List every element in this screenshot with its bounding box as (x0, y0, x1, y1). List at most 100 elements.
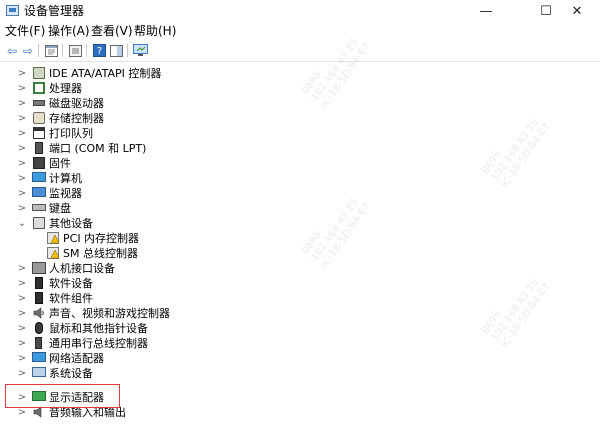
expand-chevron-icon[interactable]: > (17, 66, 27, 81)
tree-item-label: 鼠标和其他指针设备 (49, 322, 148, 335)
tree-item-mouse[interactable]: > 鼠标和其他指针设备 (0, 321, 360, 336)
menu-bar: 文件(F) 操作(A) 查看(V) 帮助(H) (0, 22, 600, 40)
tree-item-software-components[interactable]: > 软件组件 (0, 291, 360, 306)
help-icon[interactable]: ? (91, 43, 107, 58)
software-component-icon (35, 292, 43, 304)
tree-item-other-devices[interactable]: ⌄ 其他设备 (0, 216, 360, 231)
device-tree: > IDE ATA/ATAPI 控制器 > 处理器 > 磁盘驱动器 > 存储控制… (0, 62, 600, 437)
expand-chevron-icon[interactable]: > (17, 96, 27, 111)
tree-item-software-devices[interactable]: > 软件设备 (0, 276, 360, 291)
other-devices-icon (33, 217, 45, 229)
toolbar-separator (38, 44, 39, 57)
warning-device-icon (47, 232, 60, 244)
expand-chevron-icon[interactable]: > (17, 201, 27, 216)
title-bar: 设备管理器 — ☐ ✕ (0, 0, 600, 22)
tree-item-monitor[interactable]: > 监视器 (0, 186, 360, 201)
expand-chevron-icon[interactable]: > (17, 126, 27, 141)
forward-arrow-icon[interactable]: ⇨ (20, 43, 36, 58)
tree-item-label: 计算机 (49, 172, 82, 185)
disk-drive-icon (33, 100, 45, 106)
tree-item-computer[interactable]: > 计算机 (0, 171, 360, 186)
properties-pane-icon[interactable] (43, 43, 59, 58)
tree-item-label: 磁盘驱动器 (49, 97, 104, 110)
expand-chevron-icon[interactable]: > (17, 171, 27, 186)
software-device-icon (35, 277, 43, 289)
expand-chevron-icon[interactable]: > (17, 111, 27, 126)
tree-item-keyboard[interactable]: > 键盘 (0, 201, 360, 216)
monitor-icon (32, 187, 46, 197)
hid-icon (32, 262, 46, 274)
highlight-box (5, 384, 120, 408)
tree-item-label: 系统设备 (49, 367, 93, 380)
printer-icon (33, 127, 45, 139)
tree-item-label: 网络适配器 (49, 352, 104, 365)
toolbar-separator (86, 44, 87, 57)
speaker-icon (33, 307, 45, 319)
action-pane-icon[interactable] (108, 43, 124, 58)
expand-chevron-icon[interactable]: > (17, 156, 27, 171)
port-icon (35, 142, 43, 154)
expand-chevron-icon[interactable]: > (17, 186, 27, 201)
expand-chevron-icon[interactable]: > (17, 261, 27, 276)
tree-item-label: 其他设备 (49, 217, 93, 230)
monitor-scan-icon[interactable] (132, 43, 148, 58)
tree-item-label: 固件 (49, 157, 71, 170)
keyboard-icon (32, 204, 46, 211)
tree-item-ide-controller[interactable]: > IDE ATA/ATAPI 控制器 (0, 66, 360, 81)
tree-item-hid[interactable]: > 人机接口设备 (0, 261, 360, 276)
svg-text:?: ? (96, 46, 101, 57)
toolbar-separator (62, 44, 63, 57)
system-device-icon (32, 367, 46, 377)
expand-chevron-icon[interactable]: > (17, 351, 27, 366)
expand-chevron-icon[interactable]: > (17, 336, 27, 351)
window-title: 设备管理器 (24, 4, 85, 18)
tree-item-processor[interactable]: > 处理器 (0, 81, 360, 96)
expand-chevron-icon[interactable]: > (17, 81, 27, 96)
tree-item-network-adapter[interactable]: > 网络适配器 (0, 351, 360, 366)
tree-item-firmware[interactable]: > 固件 (0, 156, 360, 171)
tree-item-ports[interactable]: > 端口 (COM 和 LPT) (0, 141, 360, 156)
tree-item-label: 键盘 (49, 202, 71, 215)
expand-chevron-icon[interactable]: > (17, 291, 27, 306)
tree-item-label: 人机接口设备 (49, 262, 115, 275)
processor-icon (33, 82, 45, 94)
ide-controller-icon (33, 67, 45, 79)
storage-controller-icon (33, 112, 45, 124)
expand-chevron-icon[interactable]: > (17, 321, 27, 336)
tree-item-label: IDE ATA/ATAPI 控制器 (49, 67, 162, 80)
expand-chevron-icon[interactable]: > (17, 366, 27, 381)
expand-chevron-icon[interactable]: > (17, 276, 27, 291)
tree-item-label: 软件组件 (49, 292, 93, 305)
tree-item-label: 打印队列 (49, 127, 93, 140)
view-icon[interactable] (67, 43, 83, 58)
toolbar: ⇦ ⇨ ? (0, 40, 600, 62)
close-button[interactable]: ✕ (554, 0, 600, 22)
tree-item-label: 端口 (COM 和 LPT) (49, 142, 147, 155)
tree-item-storage-controller[interactable]: > 存储控制器 (0, 111, 360, 126)
expand-chevron-icon[interactable]: > (17, 141, 27, 156)
menu-action[interactable]: 操作(A) (48, 24, 90, 38)
tree-item-pci-memory-controller[interactable]: PCI 内存控制器 (0, 231, 360, 246)
minimize-button[interactable]: — (463, 0, 509, 22)
expand-chevron-icon[interactable]: > (17, 306, 27, 321)
tree-item-print-queue[interactable]: > 打印队列 (0, 126, 360, 141)
usb-icon (35, 337, 42, 349)
menu-file[interactable]: 文件(F) (5, 24, 45, 38)
device-manager-app-icon (6, 5, 19, 16)
firmware-icon (33, 157, 45, 169)
menu-view[interactable]: 查看(V) (91, 24, 133, 38)
back-arrow-icon[interactable]: ⇦ (4, 43, 20, 58)
tree-item-usb[interactable]: > 通用串行总线控制器 (0, 336, 360, 351)
collapse-chevron-icon[interactable]: ⌄ (17, 216, 27, 231)
tree-item-label: 声音、视频和游戏控制器 (49, 307, 170, 320)
tree-item-label: 通用串行总线控制器 (49, 337, 148, 350)
tree-item-sound-video-game[interactable]: > 声音、视频和游戏控制器 (0, 306, 360, 321)
menu-help[interactable]: 帮助(H) (134, 24, 176, 38)
tree-item-system-devices[interactable]: > 系统设备 (0, 366, 360, 381)
tree-item-label: PCI 内存控制器 (63, 232, 140, 245)
network-adapter-icon (32, 352, 46, 362)
mouse-icon (35, 322, 43, 334)
tree-item-sm-bus-controller[interactable]: SM 总线控制器 (0, 246, 360, 261)
tree-item-disk-drive[interactable]: > 磁盘驱动器 (0, 96, 360, 111)
toolbar-separator (127, 44, 128, 57)
